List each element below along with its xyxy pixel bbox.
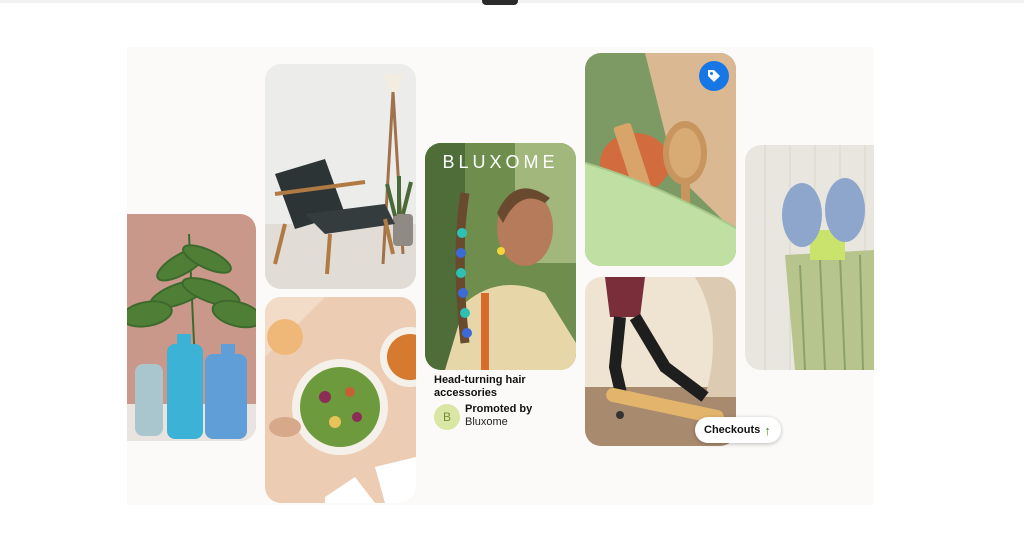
checkouts-label: Checkouts	[704, 424, 761, 436]
plant-in-blue-bottles-image	[127, 214, 256, 441]
top-handle	[482, 0, 518, 5]
plant-vases-pin[interactable]	[127, 214, 256, 441]
wooden-lounge-chair-image	[265, 64, 416, 289]
promoted-label: Promoted by	[465, 403, 533, 415]
salad-bowl-image	[265, 297, 416, 503]
salad-pin[interactable]	[265, 297, 416, 503]
avatar[interactable]: B	[434, 404, 460, 430]
shopping-tag-badge[interactable]	[699, 61, 729, 91]
socks-pin[interactable]	[745, 145, 874, 370]
checkouts-badge[interactable]: Checkouts ↑	[695, 417, 781, 443]
promoted-pin[interactable]	[425, 143, 576, 370]
woman-braided-hair-image	[425, 143, 576, 370]
chair-pin[interactable]	[265, 64, 416, 289]
arrow-up-icon: ↑	[764, 422, 771, 438]
tag-icon	[708, 70, 720, 82]
pin-title[interactable]: Head-turning hair accessories	[434, 374, 574, 400]
brand-logo-text: BLUXOME	[442, 152, 559, 172]
fuzzy-socks-image	[745, 145, 874, 370]
advertiser-name[interactable]: Bluxome	[465, 416, 508, 428]
